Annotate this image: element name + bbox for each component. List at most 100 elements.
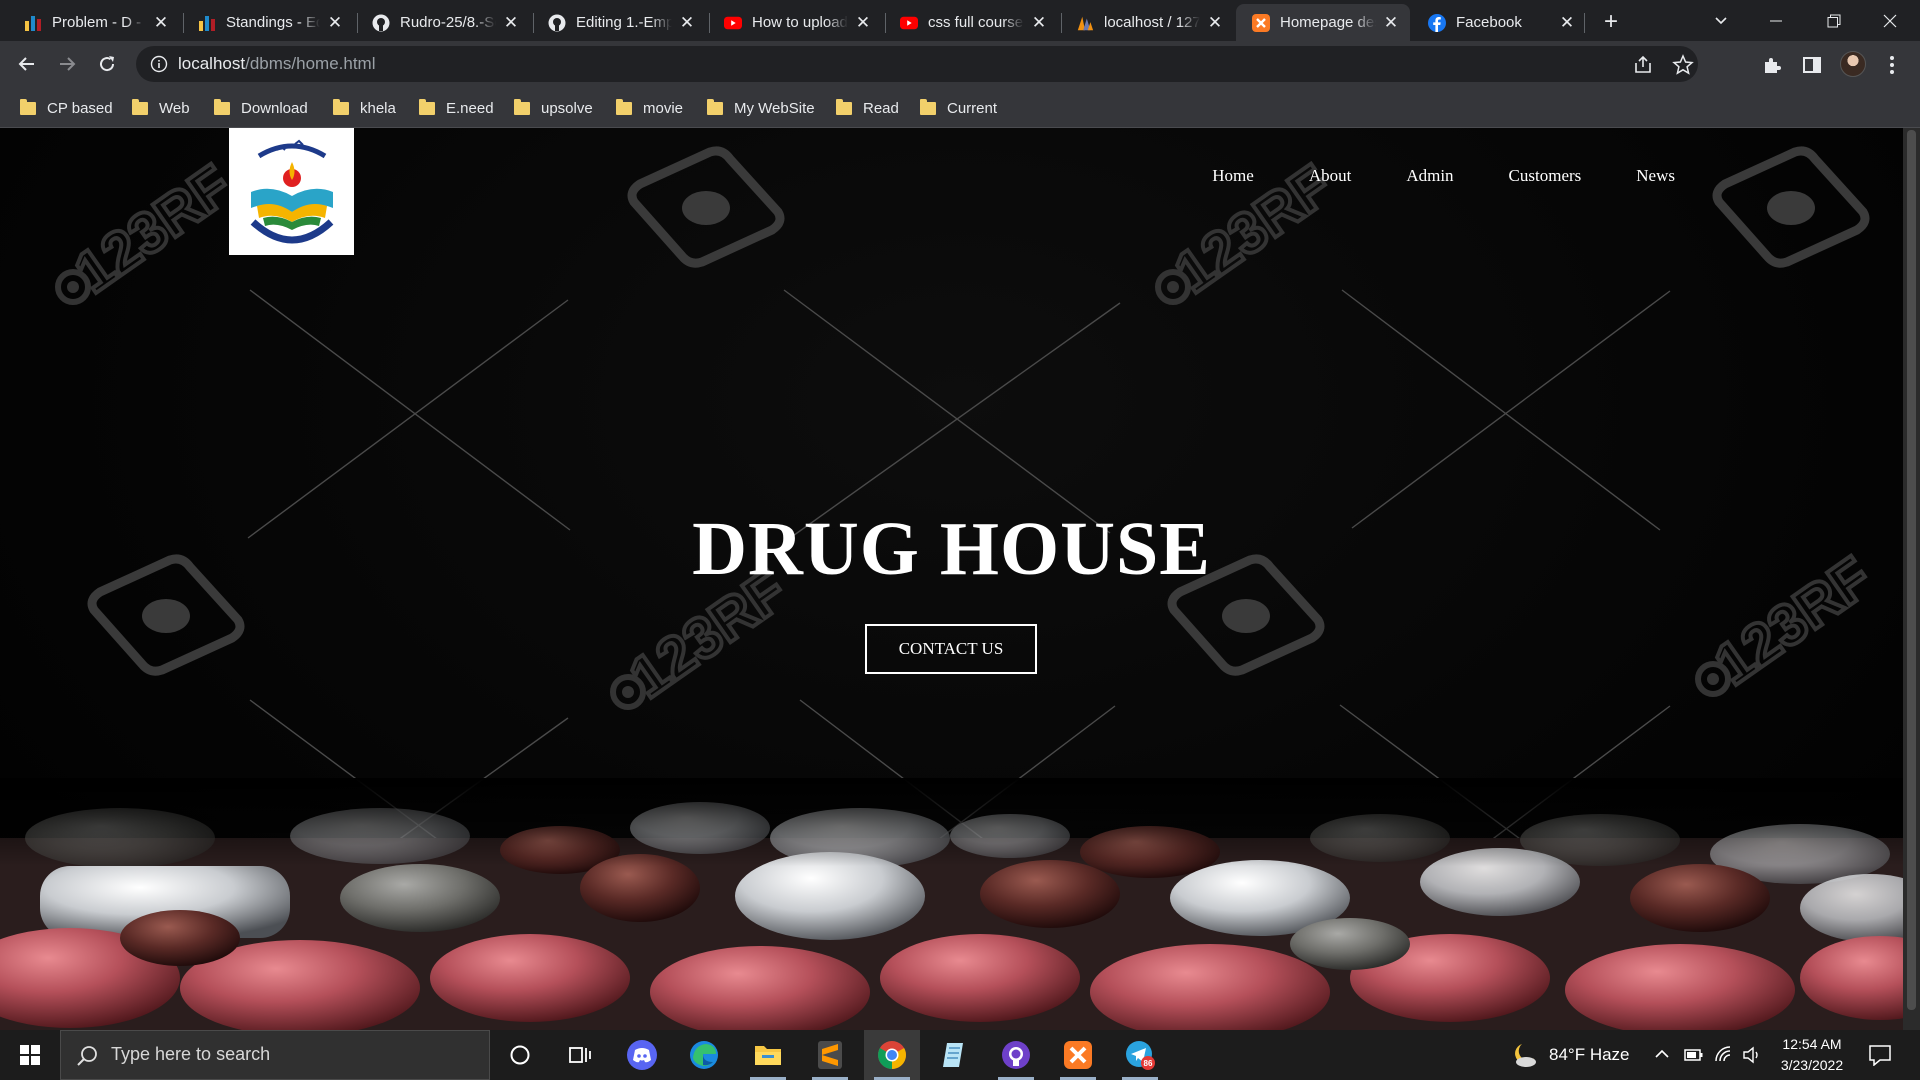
speaker-icon[interactable] [1742, 1045, 1762, 1065]
telegram-badge: 86 [1144, 1059, 1153, 1068]
tab-standings-codeforces[interactable]: Standings - Educational Round ✕ [182, 4, 354, 41]
folder-icon [514, 98, 530, 115]
reload-button[interactable] [92, 49, 122, 79]
close-tab-icon[interactable]: ✕ [1206, 13, 1224, 32]
notepad-app-button[interactable] [926, 1030, 982, 1080]
notifications-icon[interactable] [1868, 1044, 1892, 1066]
tab-search-icon[interactable] [1708, 8, 1734, 34]
share-icon[interactable] [1632, 54, 1654, 76]
tab-title: localhost / 127.0.0.1 [1104, 14, 1200, 31]
xampp-app-button[interactable] [1050, 1030, 1106, 1080]
codeforces-icon [198, 14, 216, 32]
cortana-button[interactable] [492, 1030, 548, 1080]
bookmark-label: Read [863, 99, 899, 117]
bookmark-label: movie [643, 99, 684, 117]
site-info-icon[interactable] [150, 55, 168, 73]
folder-icon [419, 98, 435, 115]
close-tab-icon[interactable]: ✕ [854, 13, 872, 32]
profile-avatar[interactable] [1840, 51, 1866, 77]
site-navigation: Home About Admin Customers News [1157, 166, 1675, 186]
bookmark-star-icon[interactable] [1672, 54, 1694, 76]
scrollbar-thumb[interactable] [1907, 130, 1916, 1010]
bookmark-folder-khela[interactable]: khela [333, 97, 396, 119]
close-tab-icon[interactable]: ✕ [678, 13, 696, 32]
tab-how-to-upload[interactable]: How to upload ✕ [708, 4, 882, 41]
forward-button[interactable] [52, 49, 82, 79]
nav-admin-link[interactable]: Admin [1406, 166, 1453, 186]
bookmark-label: khela [360, 99, 396, 117]
bookmark-folder-eneed[interactable]: E.need [419, 97, 494, 119]
github-desktop-app-button[interactable] [988, 1030, 1044, 1080]
nav-home-link[interactable]: Home [1212, 166, 1254, 186]
bookmark-label: Current [947, 99, 998, 117]
folder-icon [707, 98, 723, 115]
bookmarks-bar: CP based Web Download khela E.need upsol… [0, 88, 1920, 128]
taskbar-search-box[interactable]: Type here to search [60, 1030, 490, 1080]
back-button[interactable] [12, 49, 42, 79]
tab-editing-github[interactable]: Editing 1.-Empty ✕ [532, 4, 706, 41]
nav-customers-link[interactable]: Customers [1509, 166, 1582, 186]
close-window-button[interactable] [1862, 0, 1918, 41]
close-tab-icon[interactable]: ✕ [502, 13, 520, 32]
edge-app-button[interactable] [676, 1030, 732, 1080]
browser-tab-strip: Problem - D - Codeforces ✕ Standings - E… [0, 0, 1920, 41]
extensions-puzzle-icon[interactable] [1760, 53, 1784, 77]
close-tab-icon[interactable]: ✕ [1030, 13, 1048, 32]
start-button[interactable] [0, 1030, 60, 1080]
close-tab-icon[interactable]: ✕ [1558, 13, 1576, 32]
folder-icon [616, 98, 632, 115]
discord-app-button[interactable] [614, 1030, 670, 1080]
tab-problem-codeforces[interactable]: Problem - D - Codeforces ✕ [8, 4, 180, 41]
bookmark-folder-upsolve[interactable]: upsolve [514, 97, 593, 119]
telegram-app-button[interactable]: 86 [1112, 1030, 1168, 1080]
task-view-icon [569, 1047, 591, 1063]
close-tab-icon[interactable]: ✕ [326, 13, 344, 32]
bookmark-folder-cp-based[interactable]: CP based [20, 97, 113, 119]
bookmark-folder-movie[interactable]: movie [616, 97, 683, 119]
nav-news-link[interactable]: News [1636, 166, 1675, 186]
github-desktop-icon [1002, 1041, 1030, 1069]
bookmark-folder-download[interactable]: Download [214, 97, 308, 119]
bookmark-folder-current[interactable]: Current [920, 97, 997, 119]
task-view-button[interactable] [552, 1030, 608, 1080]
clock-time: 12:54 AM [1782, 1036, 1842, 1052]
nav-about-link[interactable]: About [1309, 166, 1352, 186]
close-tab-icon[interactable]: ✕ [152, 13, 170, 32]
folder-icon [20, 98, 36, 115]
restore-window-button[interactable] [1806, 0, 1862, 41]
tab-title: Rudro-25/8.-Solutions [400, 14, 496, 31]
tab-homepage-design[interactable]: Homepage design ✕ [1236, 4, 1410, 41]
tab-title: Standings - Educational Round [226, 14, 320, 31]
address-bar[interactable]: localhost/dbms/home.html [136, 46, 1698, 82]
new-tab-button[interactable]: + [1598, 9, 1624, 35]
github-icon [548, 14, 566, 32]
tab-phpmyadmin[interactable]: localhost / 127.0.0.1 ✕ [1060, 4, 1234, 41]
tab-facebook[interactable]: Facebook ✕ [1412, 4, 1586, 41]
side-panel-icon[interactable] [1800, 53, 1824, 77]
taskbar-clock[interactable]: 12:54 AM 3/23/2022 [1770, 1034, 1854, 1076]
sublime-text-icon [818, 1041, 842, 1069]
chrome-app-button[interactable] [864, 1030, 920, 1080]
wifi-icon[interactable] [1714, 1045, 1734, 1065]
minimize-window-button[interactable] [1748, 0, 1804, 41]
sublime-text-app-button[interactable] [802, 1030, 858, 1080]
tab-rudro-solutions[interactable]: Rudro-25/8.-Solutions ✕ [356, 4, 530, 41]
chevron-up-icon[interactable] [1654, 1048, 1670, 1060]
bookmark-folder-read[interactable]: Read [836, 97, 899, 119]
contact-us-button[interactable]: CONTACT US [865, 624, 1037, 674]
bookmark-folder-my-website[interactable]: My WebSite [707, 97, 815, 119]
tab-css-full-course[interactable]: css full course ✕ [884, 4, 1058, 41]
telegram-icon: 86 [1126, 1041, 1155, 1070]
bookmark-label: E.need [446, 99, 494, 117]
bookmark-folder-web[interactable]: Web [132, 97, 190, 119]
folder-icon [132, 98, 148, 115]
battery-icon[interactable] [1684, 1045, 1704, 1065]
close-tab-icon[interactable]: ✕ [1382, 13, 1400, 32]
folder-icon [836, 98, 852, 115]
file-explorer-app-button[interactable] [740, 1030, 796, 1080]
reload-icon [100, 56, 115, 72]
site-logo[interactable] [229, 128, 354, 255]
hero-title: DRUG HOUSE [692, 507, 1211, 591]
browser-menu-icon[interactable] [1880, 53, 1904, 77]
page-scrollbar[interactable] [1903, 128, 1920, 1030]
